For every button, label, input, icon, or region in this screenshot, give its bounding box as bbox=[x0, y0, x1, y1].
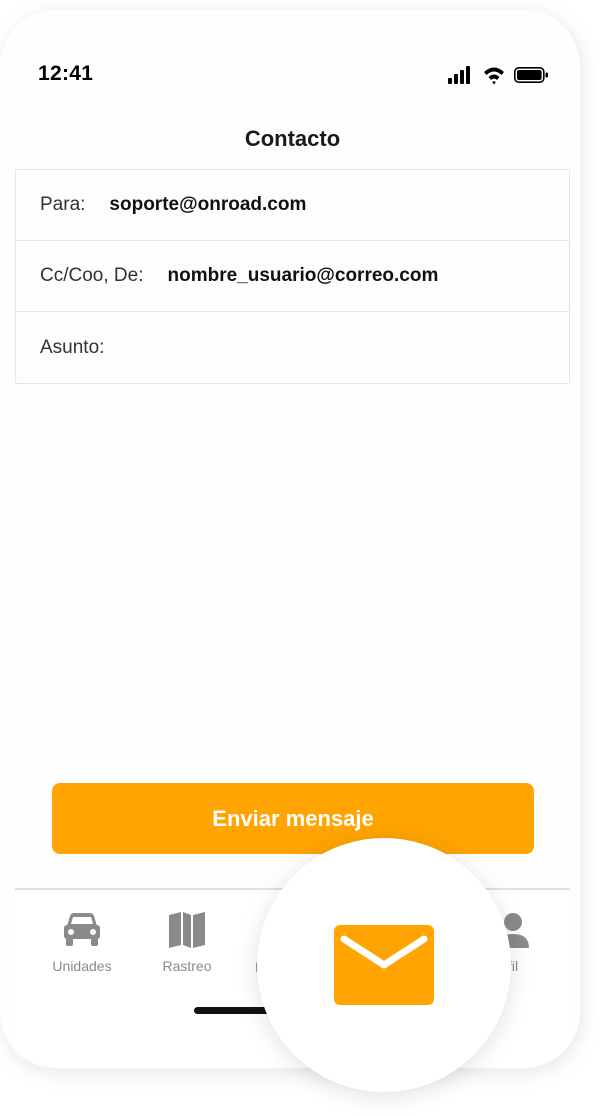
send-message-button[interactable]: Enviar mensaje bbox=[52, 783, 534, 854]
envelope-icon bbox=[334, 925, 434, 1005]
car-icon bbox=[64, 913, 100, 946]
status-bar: 12:41 bbox=[0, 10, 580, 120]
cellular-signal-icon bbox=[448, 66, 470, 84]
subject-label: Asunto: bbox=[40, 336, 105, 358]
battery-icon bbox=[514, 67, 548, 83]
wifi-icon bbox=[484, 67, 504, 85]
status-time: 12:41 bbox=[38, 62, 94, 85]
from-field[interactable]: Cc/Coo, De: nombre_usuario@correo.com bbox=[16, 241, 569, 312]
contact-form: Para: soporte@onroad.com Cc/Coo, De: nom… bbox=[15, 169, 570, 384]
tab-label-unidades: Unidades bbox=[52, 958, 112, 974]
contact-envelope-button[interactable] bbox=[257, 838, 511, 1092]
to-label: Para: bbox=[40, 194, 86, 215]
subject-field[interactable]: Asunto: bbox=[16, 312, 569, 383]
to-field[interactable]: Para: soporte@onroad.com bbox=[16, 170, 569, 241]
status-icons bbox=[448, 66, 548, 85]
map-icon bbox=[169, 912, 205, 948]
from-value: nombre_usuario@correo.com bbox=[167, 265, 439, 286]
tab-rastreo[interactable]: Rastreo bbox=[142, 890, 232, 1000]
tab-unidades[interactable]: Unidades bbox=[37, 890, 127, 1000]
page-title: Contacto bbox=[244, 126, 341, 151]
from-label: Cc/Coo, De: bbox=[40, 265, 144, 286]
tab-label-rastreo: Rastreo bbox=[162, 958, 212, 974]
to-value: soporte@onroad.com bbox=[109, 194, 307, 215]
